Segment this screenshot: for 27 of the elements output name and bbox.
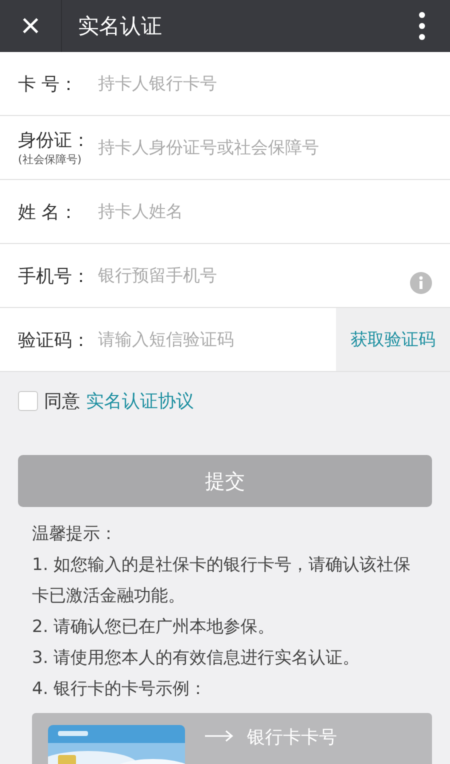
page-title: 实名认证: [78, 13, 163, 40]
info-icon[interactable]: [410, 272, 432, 294]
field-label: 卡 号：: [18, 72, 79, 96]
agree-checkbox[interactable]: [18, 391, 38, 411]
tip-text: 4. 银行卡的卡号示例：: [32, 678, 208, 701]
tips-title: 温馨提示：: [32, 523, 118, 546]
field-sublabel: (社会保障号): [18, 152, 83, 167]
agree-text: 同意: [44, 390, 80, 413]
form-row[interactable]: 验证码： 请输入短信验证码 获取验证码: [0, 308, 450, 372]
field-label: 验证码：: [18, 328, 91, 352]
tip-text: 1. 如您输入的是社保卡的银行卡号，请确认该社保卡已激活金融功能。: [32, 554, 412, 608]
tip-text: 3. 请使用您本人的有效信息进行实名认证。: [32, 647, 361, 670]
example-label: 银行卡卡号: [247, 726, 337, 749]
input-field[interactable]: 持卡人银行卡号: [96, 72, 450, 94]
field-label: 身份证：: [18, 129, 91, 152]
input-field[interactable]: 请输入短信验证码: [96, 328, 336, 350]
form-row[interactable]: 姓 名： 持卡人姓名: [0, 180, 450, 244]
form-row[interactable]: 手机号： 银行预留手机号: [0, 244, 450, 308]
tip-text: 2. 请确认您已在广州本地参保。: [32, 616, 276, 639]
input-field[interactable]: 持卡人身份证号或社会保障号: [96, 136, 450, 158]
input-field[interactable]: 银行预留手机号: [96, 264, 410, 286]
more-icon[interactable]: [418, 12, 426, 40]
arrow-icon: [205, 730, 235, 742]
field-label: 姓 名：: [18, 200, 79, 224]
form-row[interactable]: 卡 号： 持卡人银行卡号: [0, 52, 450, 116]
input-field[interactable]: 持卡人姓名: [96, 200, 450, 222]
field-label: 手机号：: [18, 264, 91, 288]
